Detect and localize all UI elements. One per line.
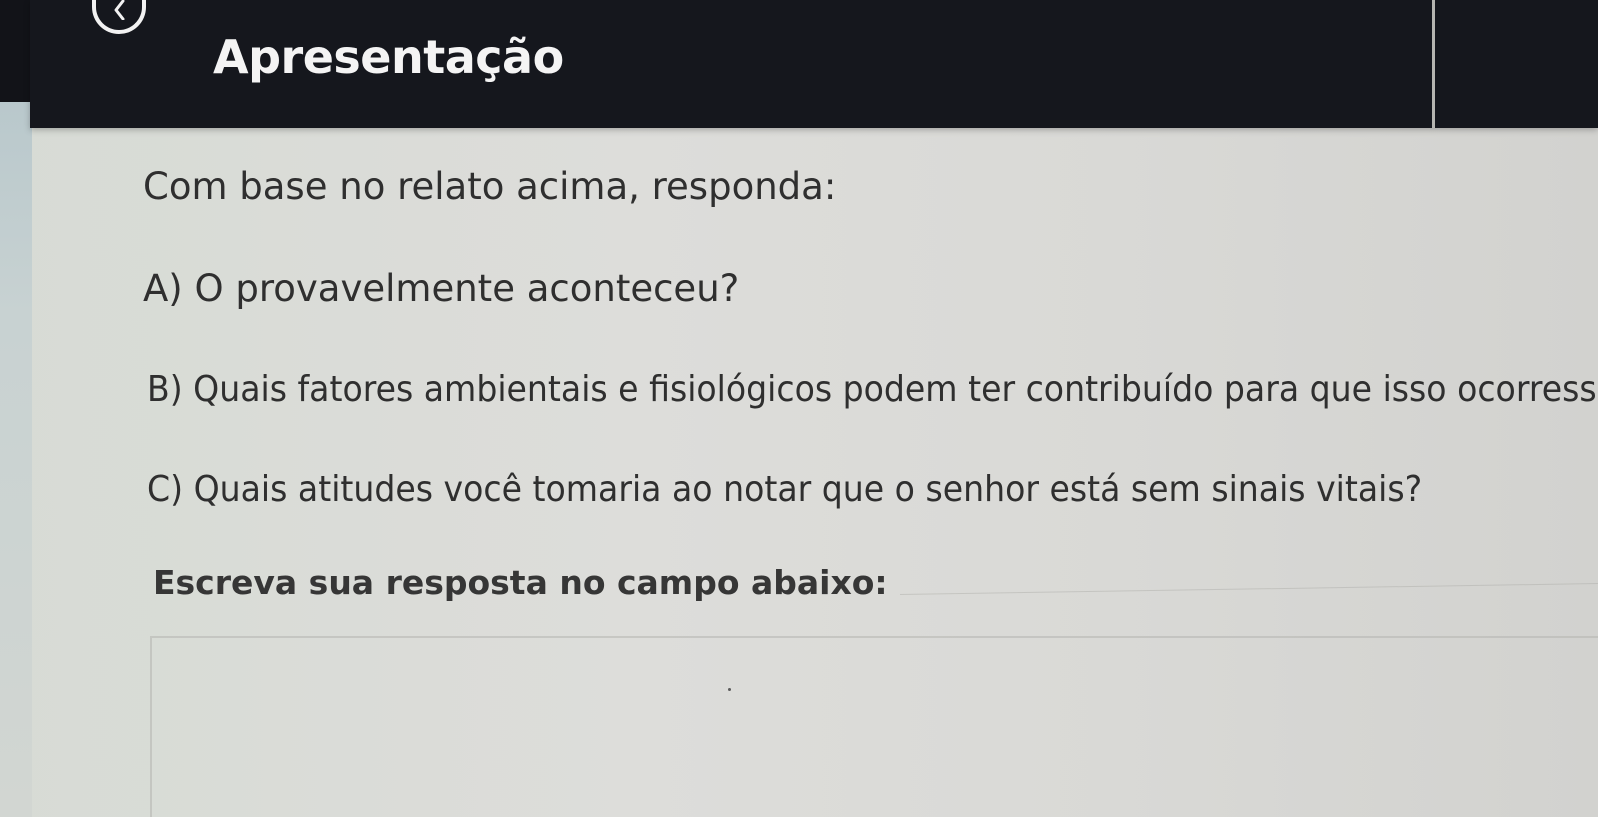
answer-input[interactable] — [150, 636, 1598, 817]
intro-text: Com base no relato acima, responda: — [143, 165, 837, 208]
answer-label: Escreva sua resposta no campo abaixo: — [153, 563, 888, 602]
question-b: B) Quais fatores ambientais e fisiológic… — [147, 369, 1597, 410]
text-cursor-dot — [728, 688, 731, 691]
screen: Apresentação Com base no relato acima, r… — [0, 0, 1598, 817]
answer-label-divider — [899, 583, 1598, 595]
question-c: C) Quais atitudes você tomaria ao notar … — [147, 469, 1423, 510]
main-content: Com base no relato acima, responda: A) O… — [0, 0, 1598, 817]
question-a: A) O provavelmente aconteceu? — [143, 267, 740, 310]
